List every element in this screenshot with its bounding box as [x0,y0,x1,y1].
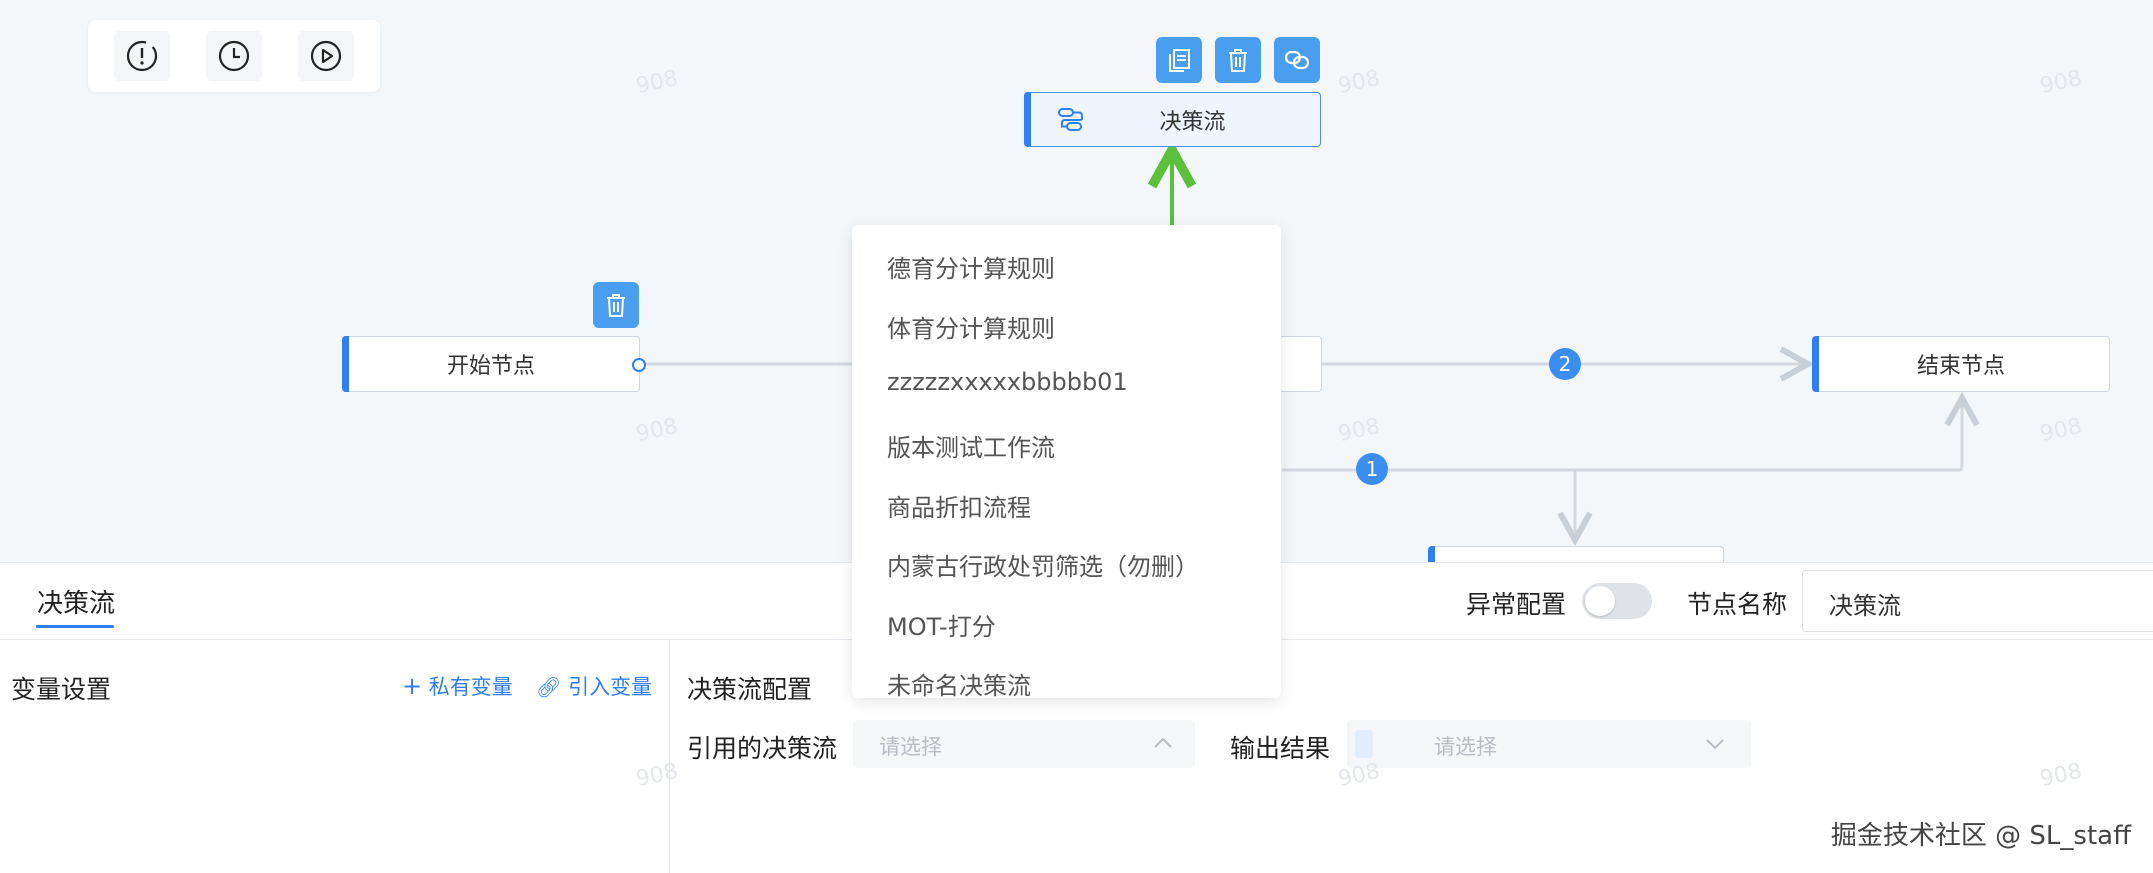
variables-section: 变量设置 + 私有变量 🔗︎ 引入变量 [0,640,670,873]
link-node-button[interactable] [1274,37,1320,83]
delete-node-button[interactable] [1215,37,1261,83]
dropdown-option[interactable]: 商品折扣流程 [887,488,1031,523]
dropdown-option[interactable]: 未命名决策流 [887,666,1031,698]
plus-icon: + [402,672,423,700]
copy-icon [1169,49,1190,72]
alert-circle-icon [126,40,158,72]
start-node[interactable]: 开始节点 [342,336,640,392]
referenced-flow-placeholder: 请选择 [879,735,942,759]
history-button[interactable] [206,31,262,81]
flow-icon [1058,108,1083,131]
dropdown-option[interactable]: zzzzzxxxxxbbbbb01 [887,368,1128,396]
active-tab-indicator [36,625,114,628]
import-variable-label: 引入变量 [568,675,653,699]
output-result-select[interactable]: 请选择 [1347,720,1751,768]
run-button[interactable] [298,31,354,81]
tab-decision-flow[interactable]: 决策流 [37,583,115,620]
node-name-label: 节点名称 [1687,590,1788,619]
start-node-label: 开始节点 [446,354,535,379]
canvas-toolbar [88,20,380,92]
watermark: 908 [2037,758,2085,793]
exception-config-toggle[interactable] [1582,583,1652,619]
chevron-up-icon [1154,737,1172,748]
node-accent-bar [342,336,349,392]
referenced-flow-label: 引用的决策流 [687,734,838,763]
referenced-flow-select[interactable]: 请选择 [853,720,1195,768]
clock-icon [218,40,250,72]
edge-badge-2[interactable]: 2 [1549,348,1581,380]
dropdown-option[interactable]: 德育分计算规则 [887,249,1055,284]
start-node-port[interactable] [632,358,646,372]
play-circle-icon [310,40,342,72]
exception-config-label: 异常配置 [1466,590,1567,619]
credit-watermark: 掘金技术社区 @ SL_staff [1830,821,2131,851]
toggle-knob [1585,586,1615,616]
node-name-input[interactable]: 决策流 [1802,570,2153,632]
decision-flow-node[interactable]: 决策流 [1024,92,1321,147]
end-node[interactable]: 结束节点 [1812,336,2110,392]
dropdown-option[interactable]: 内蒙古行政处罚筛选（勿删） [887,547,1199,582]
end-node-label: 结束节点 [1916,354,2005,379]
node-accent-bar [1024,92,1031,147]
edge-badge-1[interactable]: 1 [1356,453,1388,485]
selection-tag [1355,730,1373,758]
add-private-variable-link[interactable]: + 私有变量 [402,671,513,701]
alert-button[interactable] [114,31,170,81]
link-small-icon: 🔗︎ [536,675,562,699]
node-name-value: 决策流 [1829,592,1901,620]
watermark: 908 [1335,758,1383,793]
output-result-label: 输出结果 [1230,734,1331,763]
link-icon [1284,50,1310,70]
copy-node-button[interactable] [1156,37,1202,83]
dropdown-option[interactable]: 版本测试工作流 [887,428,1055,463]
dropdown-option[interactable]: 体育分计算规则 [887,309,1055,344]
dropdown-option[interactable]: MOT-打分 [887,607,996,642]
chevron-down-icon [1706,739,1724,750]
decision-flow-node-label: 决策流 [1159,109,1226,135]
delete-start-node-button[interactable] [593,282,639,328]
decision-flow-dropdown: 德育分计算规则 体育分计算规则 zzzzzxxxxxbbbbb01 版本测试工作… [852,225,1281,698]
private-variable-label: 私有变量 [428,675,513,699]
trash-icon [607,294,625,317]
import-variable-link[interactable]: 🔗︎ 引入变量 [536,671,652,701]
output-result-placeholder: 请选择 [1434,735,1497,759]
config-title: 决策流配置 [687,675,813,704]
variables-title: 变量设置 [11,675,112,704]
trash-icon [1229,49,1247,72]
node-accent-bar [1812,336,1819,392]
